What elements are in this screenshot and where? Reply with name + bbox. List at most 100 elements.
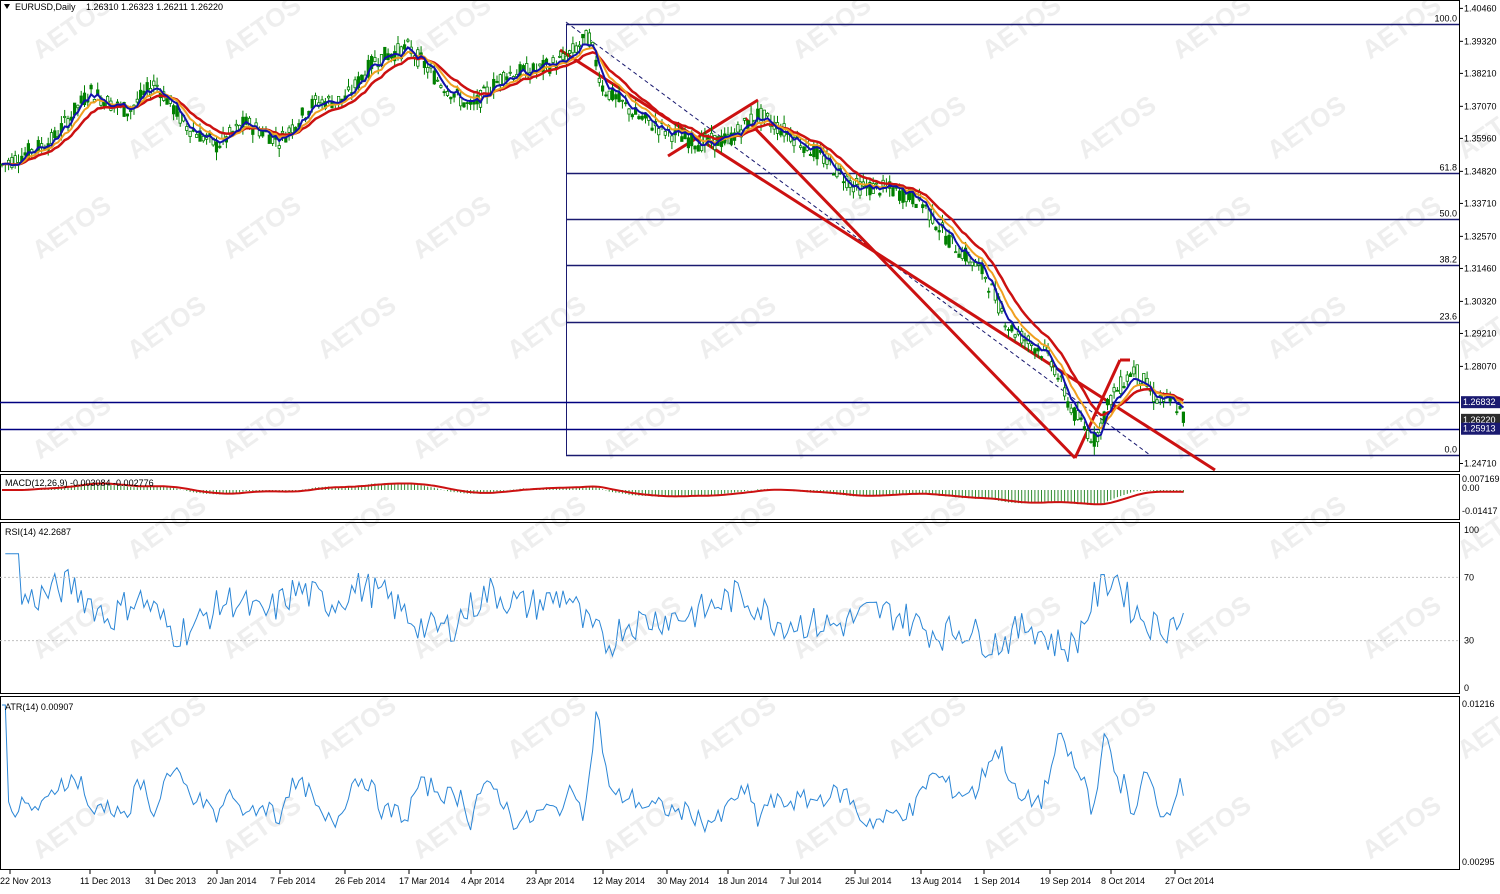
- candle-bear: [571, 43, 575, 54]
- candle-bear: [551, 57, 555, 63]
- candle-bull: [310, 98, 314, 109]
- candle-bull: [937, 230, 941, 233]
- candle-bull: [832, 173, 836, 176]
- price-chart-svg[interactable]: AETOS AETOS AETOS AETOS AETOS AETOS AETOS AETOS…: [0, 0, 1500, 889]
- candle-bull: [680, 136, 684, 142]
- candle-bear: [406, 39, 410, 42]
- date-axis-label: 19 Sep 2014: [1040, 876, 1091, 886]
- candle-bear: [277, 145, 281, 149]
- candle-bear: [1076, 410, 1080, 420]
- candle-bear: [736, 124, 740, 133]
- candle-bear: [346, 86, 351, 91]
- candle-bear: [1112, 387, 1116, 393]
- candle-bear: [822, 155, 826, 164]
- candle-bear: [749, 113, 753, 125]
- date-axis-label: 4 Apr 2014: [461, 876, 505, 886]
- candle-bear: [426, 67, 430, 73]
- symbol-label: EURUSD,Daily: [15, 2, 76, 12]
- candle-bull: [957, 253, 961, 258]
- candle-bull: [171, 105, 176, 115]
- candle-bull: [802, 146, 806, 153]
- macd-axis-label: 0.00: [1462, 483, 1480, 493]
- candle-bull: [422, 60, 427, 68]
- candle-bear: [1003, 325, 1007, 328]
- candle-bull: [898, 190, 902, 201]
- candle-bear: [558, 55, 562, 58]
- candle-bear: [195, 133, 199, 138]
- date-axis-label: 8 Oct 2014: [1101, 876, 1145, 886]
- price-axis-label: 1.35960: [1464, 133, 1497, 143]
- date-axis-label: 7 Jul 2014: [780, 876, 822, 886]
- candle-bull: [921, 204, 925, 209]
- candle-bull: [601, 85, 605, 92]
- candle-bear: [313, 95, 318, 100]
- price-axis-label: 1.32570: [1464, 231, 1497, 241]
- date-axis-label: 1 Sep 2014: [974, 876, 1020, 886]
- candle-bull: [1129, 373, 1133, 378]
- candle-bull: [1010, 325, 1014, 332]
- candle-bear: [234, 123, 238, 127]
- date-axis-label: 13 Aug 2014: [911, 876, 962, 886]
- price-axis-label: 1.39320: [1464, 36, 1497, 46]
- candle-bear: [1086, 430, 1090, 439]
- candle-bull: [1105, 399, 1110, 406]
- candle-bull: [442, 91, 446, 94]
- candle-bull: [617, 92, 621, 102]
- price-axis-label: 1.24710: [1464, 458, 1497, 468]
- candle-bull: [987, 290, 991, 293]
- candle-bear: [983, 276, 988, 280]
- candle-bear: [1119, 376, 1123, 394]
- fib-level-label: 23.6: [1439, 312, 1457, 322]
- candle-bull: [495, 80, 499, 83]
- candle-bear: [1125, 374, 1129, 382]
- candle-bear: [1135, 364, 1139, 381]
- candle-bull: [218, 145, 222, 148]
- date-axis-label: 17 Mar 2014: [399, 876, 450, 886]
- candle-bear: [501, 71, 506, 85]
- candle-bear: [1155, 399, 1159, 404]
- candle-bull: [934, 226, 938, 231]
- candle-bull: [581, 33, 585, 39]
- candle-bull: [944, 235, 948, 245]
- candle-bull: [1072, 407, 1077, 421]
- rsi-axis-label: 70: [1464, 572, 1474, 582]
- date-axis-label: 20 Jan 2014: [207, 876, 257, 886]
- date-axis-label: 31 Dec 2013: [145, 876, 196, 886]
- date-axis-label: 26 Feb 2014: [335, 876, 386, 886]
- candle-bull: [891, 187, 895, 197]
- candle-bull: [808, 153, 813, 156]
- candle-bull: [360, 74, 364, 81]
- candle-bear: [188, 130, 192, 137]
- candle-bear: [257, 130, 262, 137]
- candle-bear: [353, 79, 357, 89]
- candle-bull: [1122, 386, 1126, 388]
- candle-bull: [841, 181, 846, 184]
- price-axis-label: 1.30320: [1464, 296, 1497, 306]
- candle-bull: [1175, 411, 1179, 414]
- candle-bear: [766, 112, 770, 117]
- candle-bear: [574, 45, 578, 53]
- candle-bear: [327, 95, 331, 99]
- price-axis-label: 1.37070: [1464, 101, 1497, 111]
- candle-bear: [498, 74, 502, 85]
- candle-bear: [63, 116, 67, 118]
- price-axis-label: 1.34820: [1464, 166, 1497, 176]
- candle-bull: [79, 95, 83, 104]
- candle-bear: [568, 50, 572, 54]
- date-axis-label: 18 Jun 2014: [718, 876, 768, 886]
- candle-bull: [1079, 417, 1083, 420]
- chart-window[interactable]: AETOS AETOS AETOS AETOS AETOS AETOS AETOS AETOS…: [0, 0, 1500, 889]
- candle-bear: [657, 128, 661, 136]
- candle-bull: [165, 98, 169, 105]
- candle-bear: [670, 135, 674, 142]
- candle-bull: [693, 145, 697, 150]
- candle-bull: [1181, 411, 1185, 423]
- candle-bull: [214, 141, 219, 153]
- candle-bull: [402, 44, 407, 50]
- candle-bear: [76, 104, 80, 109]
- candle-bull: [261, 130, 265, 137]
- candle-bull: [452, 93, 456, 98]
- fib-level-label: 61.8: [1439, 163, 1457, 173]
- candle-bull: [686, 137, 691, 149]
- rsi-label: RSI(14) 42.2687: [5, 527, 71, 537]
